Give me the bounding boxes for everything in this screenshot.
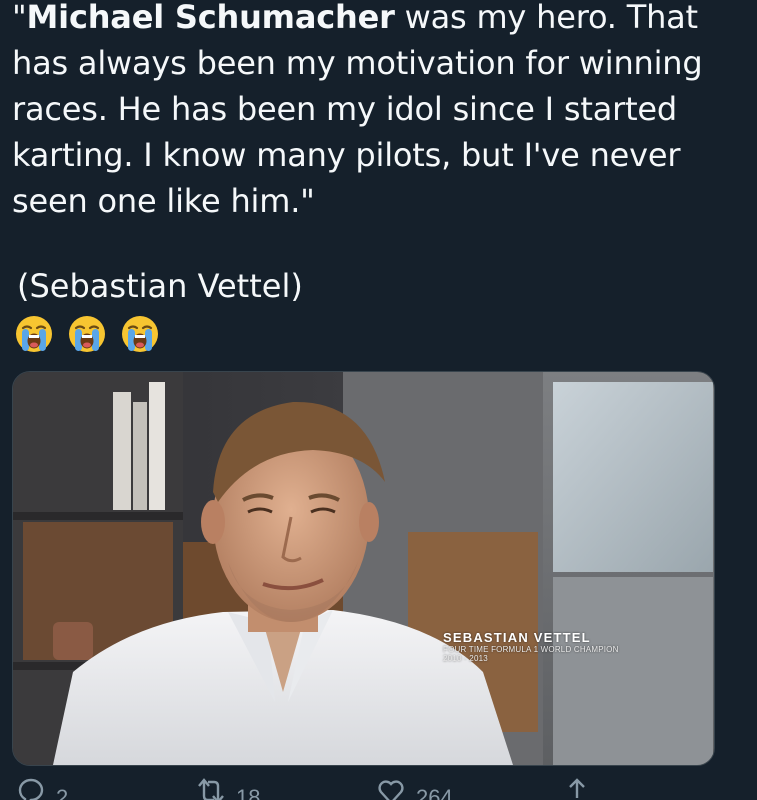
loudly-crying-face-icon [14,314,54,354]
tweet-line-1: "Michael Schumacher was my hero. That [12,0,752,40]
emoji-row [14,314,160,354]
tweet-line-4: karting. I know many pilots, but I've ne… [12,136,681,174]
loudly-crying-face-icon [120,314,160,354]
interview-photo [13,372,714,765]
tweet-line-2: has always been my motivation for winnin… [12,44,703,82]
reply-button[interactable]: 2 [16,776,68,800]
lower-third-years: 2010 - 2013 [443,654,488,663]
tweet-bold-name: Michael Schumacher [26,0,395,36]
reply-count: 2 [56,785,69,800]
retweet-icon [198,778,224,800]
share-icon [569,778,585,798]
tweet-attribution: (Sebastian Vettel) [17,267,303,305]
tweet-media-image[interactable]: SEBASTIAN VETTEL FOUR TIME FORMULA 1 WOR… [12,371,715,766]
retweet-button[interactable]: 18 [196,776,260,800]
lower-third-name: SEBASTIAN VETTEL [443,630,591,645]
share-button[interactable] [562,776,592,800]
tweet-line-1-rest: was my hero. That [394,0,698,36]
lower-third-title: FOUR TIME FORMULA 1 WORLD CHAMPION [443,645,619,654]
like-count: 264 [416,785,453,800]
like-icon [378,780,404,800]
loudly-crying-face-icon [67,314,107,354]
quote-mark: " [12,0,27,36]
tweet-line-5: seen one like him." [12,182,315,220]
retweet-count: 18 [236,785,261,800]
like-button[interactable]: 264 [376,776,453,800]
tweet-text: "Michael Schumacher was my hero. That ha… [12,0,752,224]
tweet-line-3: races. He has been my idol since I start… [12,90,678,128]
tweet-action-bar: 2 18 264 [0,776,757,800]
lower-third-caption: SEBASTIAN VETTEL FOUR TIME FORMULA 1 WOR… [443,630,619,663]
reply-icon [18,778,44,800]
